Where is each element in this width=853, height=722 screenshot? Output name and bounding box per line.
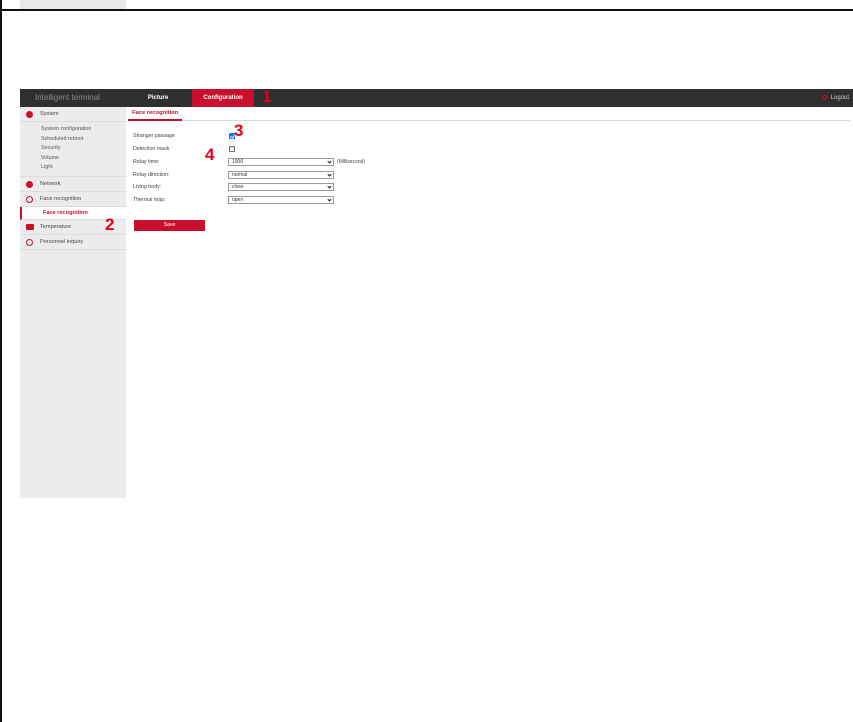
subtab-bar: Face recognition	[128, 107, 850, 121]
sidebar-group-label: Network	[40, 180, 61, 187]
tab-picture[interactable]: Picture	[138, 89, 178, 107]
thermal-map-label: Thermal map:	[133, 197, 166, 203]
living-body-value: close	[232, 184, 244, 190]
sidebar-item-light[interactable]: Light	[20, 163, 126, 173]
system-submenu: System configuration Scheduled reboot Se…	[20, 122, 126, 177]
globe-icon	[26, 180, 33, 188]
gear-icon	[26, 111, 33, 118]
relay-direction-label: Relay direction:	[133, 172, 170, 178]
annotation-2: 2	[105, 215, 115, 234]
sidebar-group-system[interactable]: System	[20, 107, 126, 122]
logout-button[interactable]: Logout	[821, 89, 849, 107]
sidebar-group-network[interactable]: Network	[20, 177, 126, 192]
annotation-3: 3	[234, 121, 244, 140]
sidebar-group-face-recognition[interactable]: Face recognition	[20, 192, 126, 207]
previous-screenshot-stub	[20, 0, 126, 9]
sidebar-item-system-configuration[interactable]: System configuration	[20, 125, 126, 135]
relay-time-select[interactable]: 1000	[228, 158, 334, 166]
sidebar-group-label: System	[40, 111, 59, 117]
chevron-down-icon	[327, 159, 332, 164]
thermal-map-value: open	[232, 197, 244, 203]
sidebar-item-volume[interactable]: Volume	[20, 154, 126, 164]
thermal-map-select[interactable]: open	[228, 196, 334, 204]
app-brand: Intelligent terminal	[35, 93, 100, 102]
stranger-passage-label: Stranger passage	[133, 133, 175, 139]
relay-direction-value: normal	[232, 172, 248, 178]
power-icon	[821, 95, 827, 100]
sidebar-group-label: Personnel inquiry	[40, 238, 84, 245]
main-content: Face recognition Stranger passage Detect…	[126, 107, 853, 231]
sidebar-group-label: Face recognition	[40, 195, 82, 202]
tab-face-recognition[interactable]: Face recognition	[128, 107, 183, 121]
stranger-passage-row: Stranger passage	[133, 132, 433, 140]
page-frame-top	[0, 0, 853, 11]
relay-time-row: Relay time: 1000 (Millisecond)	[133, 158, 433, 166]
info-icon	[26, 238, 33, 246]
living-body-label: Living body:	[133, 184, 162, 190]
page-frame-left	[0, 0, 2, 722]
chevron-down-icon	[327, 197, 332, 202]
logout-label: Logout	[830, 95, 849, 101]
detection-mask-checkbox[interactable]	[229, 146, 235, 152]
top-bar: Intelligent terminal Picture Configurati…	[20, 89, 853, 107]
thermal-map-row: Thermal map: open	[133, 196, 433, 204]
relay-time-unit: (Millisecond)	[337, 159, 366, 165]
face-icon	[26, 195, 33, 203]
detection-mask-row: Detection mask	[133, 145, 433, 153]
relay-direction-row: Relay direction: normal	[133, 171, 433, 179]
living-body-select[interactable]: close	[228, 183, 334, 191]
tab-configuration[interactable]: Configuration	[192, 89, 254, 107]
sidebar-item-scheduled-reboot[interactable]: Scheduled reboot	[20, 135, 126, 145]
living-body-row: Living body: close	[133, 183, 433, 191]
relay-direction-select[interactable]: normal	[228, 171, 334, 179]
save-button[interactable]: Save	[134, 220, 205, 231]
sidebar: System System configuration Scheduled re…	[20, 107, 126, 498]
annotation-4: 4	[205, 145, 215, 164]
sidebar-item-security[interactable]: Security	[20, 144, 126, 154]
relay-time-label: Relay time:	[133, 159, 160, 165]
detection-mask-label: Detection mask	[133, 146, 170, 152]
sidebar-group-label: Temperature	[40, 223, 72, 230]
relay-time-value: 1000	[232, 159, 244, 165]
chevron-down-icon	[327, 184, 332, 189]
monitor-icon	[26, 223, 34, 230]
annotation-1: 1	[262, 87, 272, 106]
sidebar-group-personnel-inquiry[interactable]: Personnel inquiry	[20, 235, 126, 250]
chevron-down-icon	[327, 172, 332, 177]
